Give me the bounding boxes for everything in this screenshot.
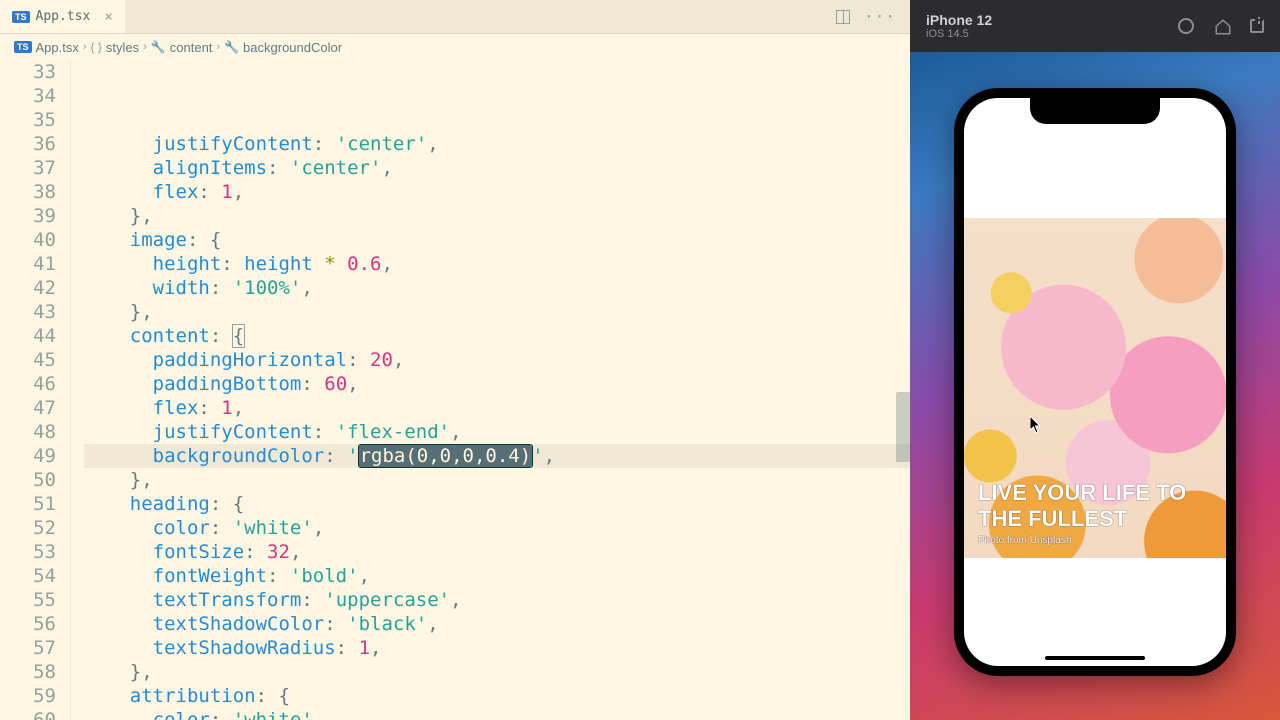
typescript-badge-icon: TS bbox=[12, 11, 30, 23]
chevron-right-icon: › bbox=[143, 41, 147, 53]
code-line[interactable]: attribution: { bbox=[84, 684, 910, 708]
line-number: 43 bbox=[0, 300, 56, 324]
app-content-overlay: LIVE YOUR LIFE TO THE FULLEST Photo from… bbox=[964, 480, 1226, 546]
line-number: 47 bbox=[0, 396, 56, 420]
braces-icon: { } bbox=[91, 40, 102, 54]
code-line[interactable]: justifyContent: 'center', bbox=[84, 132, 910, 156]
line-number-gutter: 3334353637383940414243444546474849505152… bbox=[0, 60, 66, 720]
code-line[interactable]: paddingBottom: 60, bbox=[84, 372, 910, 396]
line-number: 59 bbox=[0, 684, 56, 708]
device-name: iPhone 12 bbox=[926, 12, 992, 28]
phone-screen[interactable]: LIVE YOUR LIFE TO THE FULLEST Photo from… bbox=[964, 98, 1226, 666]
line-number: 54 bbox=[0, 564, 56, 588]
simulator-toolbar: iPhone 12 iOS 14.5 bbox=[910, 0, 1280, 52]
code-line[interactable]: image: { bbox=[84, 228, 910, 252]
phone-frame: LIVE YOUR LIFE TO THE FULLEST Photo from… bbox=[954, 88, 1236, 676]
line-number: 48 bbox=[0, 420, 56, 444]
line-number: 33 bbox=[0, 60, 56, 84]
code-line[interactable]: }, bbox=[84, 468, 910, 492]
code-line[interactable]: textTransform: 'uppercase', bbox=[84, 588, 910, 612]
device-os: iOS 14.5 bbox=[926, 28, 992, 40]
breadcrumb-segment[interactable]: backgroundColor bbox=[243, 40, 342, 55]
code-line[interactable]: }, bbox=[84, 660, 910, 684]
code-line[interactable]: textShadowRadius: 1, bbox=[84, 636, 910, 660]
line-number: 42 bbox=[0, 276, 56, 300]
line-number: 49 bbox=[0, 444, 56, 468]
tab-bar-actions: ··· bbox=[836, 0, 910, 33]
code-line[interactable]: paddingHorizontal: 20, bbox=[84, 348, 910, 372]
code-line[interactable]: }, bbox=[84, 204, 910, 228]
breadcrumb-segment[interactable]: content bbox=[170, 40, 213, 55]
code-line[interactable]: heading: { bbox=[84, 492, 910, 516]
line-number: 38 bbox=[0, 180, 56, 204]
code-line[interactable]: width: '100%', bbox=[84, 276, 910, 300]
line-number: 35 bbox=[0, 108, 56, 132]
line-number: 45 bbox=[0, 348, 56, 372]
close-icon[interactable]: × bbox=[104, 9, 112, 25]
line-number: 52 bbox=[0, 516, 56, 540]
code-line[interactable]: }, bbox=[84, 300, 910, 324]
indent-guide bbox=[70, 60, 84, 720]
home-indicator bbox=[1045, 656, 1145, 660]
scrollbar-thumb[interactable] bbox=[896, 392, 910, 462]
code-line[interactable]: flex: 1, bbox=[84, 396, 910, 420]
line-number: 36 bbox=[0, 132, 56, 156]
code-line[interactable]: justifyContent: 'flex-end', bbox=[84, 420, 910, 444]
split-editor-icon[interactable] bbox=[836, 10, 850, 24]
screenshot-icon[interactable] bbox=[1178, 18, 1194, 34]
simulator-pane: iPhone 12 iOS 14.5 LIVE YOUR LIFE TO THE… bbox=[910, 0, 1280, 720]
code-line[interactable]: fontWeight: 'bold', bbox=[84, 564, 910, 588]
home-icon[interactable] bbox=[1214, 18, 1230, 34]
line-number: 56 bbox=[0, 612, 56, 636]
line-number: 41 bbox=[0, 252, 56, 276]
code-line[interactable]: height: height * 0.6, bbox=[84, 252, 910, 276]
app-attribution: Photo from Unsplash bbox=[978, 535, 1212, 546]
simulator-stage: LIVE YOUR LIFE TO THE FULLEST Photo from… bbox=[910, 52, 1280, 720]
tab-label: App.tsx bbox=[36, 9, 91, 24]
code-line[interactable]: backgroundColor: 'rgba(0,0,0,0.4)', bbox=[84, 444, 910, 468]
line-number: 55 bbox=[0, 588, 56, 612]
line-number: 58 bbox=[0, 660, 56, 684]
device-info[interactable]: iPhone 12 iOS 14.5 bbox=[926, 12, 992, 40]
code-line[interactable]: fontSize: 32, bbox=[84, 540, 910, 564]
app-heading: LIVE YOUR LIFE TO THE FULLEST bbox=[978, 480, 1212, 531]
line-number: 34 bbox=[0, 84, 56, 108]
tab-bar: TS App.tsx × ··· bbox=[0, 0, 910, 34]
tab-active[interactable]: TS App.tsx × bbox=[0, 0, 126, 33]
line-number: 37 bbox=[0, 156, 56, 180]
phone-notch bbox=[1030, 98, 1160, 124]
breadcrumb-file[interactable]: App.tsx bbox=[36, 40, 79, 55]
share-icon[interactable] bbox=[1250, 19, 1264, 33]
line-number: 44 bbox=[0, 324, 56, 348]
code-line[interactable]: content: { bbox=[84, 324, 910, 348]
code-line[interactable]: textShadowColor: 'black', bbox=[84, 612, 910, 636]
line-number: 50 bbox=[0, 468, 56, 492]
code-area[interactable]: justifyContent: 'center', alignItems: 'c… bbox=[84, 60, 910, 720]
line-number: 60 bbox=[0, 708, 56, 720]
code-line[interactable]: alignItems: 'center', bbox=[84, 156, 910, 180]
cursor-icon bbox=[1030, 416, 1042, 434]
code-editor-pane: TS App.tsx × ··· TS App.tsx › { } styles… bbox=[0, 0, 910, 720]
line-number: 39 bbox=[0, 204, 56, 228]
wrench-icon: 🔧 bbox=[224, 40, 239, 54]
code-line[interactable]: color: 'white', bbox=[84, 516, 910, 540]
chevron-right-icon: › bbox=[83, 41, 87, 53]
breadcrumb-segment[interactable]: styles bbox=[106, 40, 139, 55]
breadcrumb[interactable]: TS App.tsx › { } styles › 🔧 content › 🔧 … bbox=[0, 34, 910, 60]
chevron-right-icon: › bbox=[216, 41, 220, 53]
line-number: 57 bbox=[0, 636, 56, 660]
typescript-badge-icon: TS bbox=[14, 41, 32, 53]
code-line[interactable]: color: 'white', bbox=[84, 708, 910, 720]
line-number: 46 bbox=[0, 372, 56, 396]
editor-body[interactable]: 3334353637383940414243444546474849505152… bbox=[0, 60, 910, 720]
line-number: 53 bbox=[0, 540, 56, 564]
more-icon[interactable]: ··· bbox=[864, 9, 896, 25]
wrench-icon: 🔧 bbox=[151, 40, 166, 54]
line-number: 51 bbox=[0, 492, 56, 516]
code-line[interactable]: flex: 1, bbox=[84, 180, 910, 204]
line-number: 40 bbox=[0, 228, 56, 252]
